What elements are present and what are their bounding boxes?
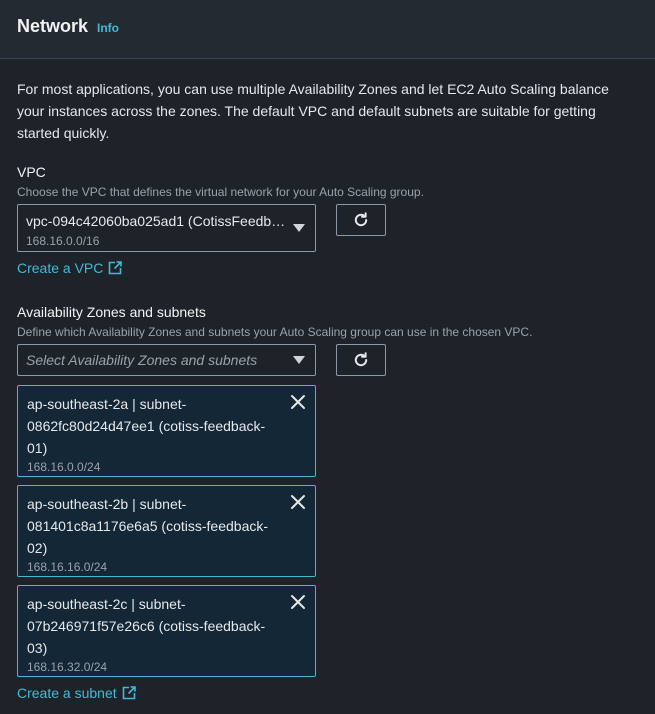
external-link-icon [109,261,123,275]
caret-down-icon [293,224,305,232]
network-panel: Network Info For most applications, you … [0,0,655,714]
network-description: For most applications, you can use multi… [17,81,609,141]
az-refresh-button[interactable] [336,344,386,376]
az-description: Define which Availability Zones and subn… [17,325,533,339]
az-placeholder: Select Availability Zones and subnets [26,352,258,368]
subnet-token-list: ap-southeast-2a | subnet-0862fc80d24d47e… [17,385,638,677]
info-link[interactable]: Info [97,21,119,35]
az-row: Select Availability Zones and subnets [17,344,638,376]
create-vpc-label: Create a VPC [17,260,104,276]
vpc-field: VPC Choose the VPC that defines the virt… [17,163,638,278]
close-icon[interactable] [290,594,306,610]
create-subnet-link[interactable]: Create a subnet [17,685,136,701]
panel-header: Network Info [0,0,655,59]
subnet-token-name: ap-southeast-2c | subnet-07b246971f57e26… [27,596,266,656]
az-label: Availability Zones and subnets [17,304,206,320]
panel-title: Network [17,16,89,36]
vpc-refresh-button[interactable] [336,204,386,236]
subnet-token-name: ap-southeast-2a | subnet-0862fc80d24d47e… [27,396,266,456]
subnet-token-cidr: 168.16.0.0/24 [27,460,101,474]
close-icon[interactable] [290,494,306,510]
caret-down-icon [293,356,305,364]
refresh-icon [354,352,368,367]
subnet-token-cidr: 168.16.16.0/24 [27,560,108,574]
subnet-token-cidr: 168.16.32.0/24 [27,660,108,674]
subnet-token-name: ap-southeast-2b | subnet-081401c8a1176e6… [27,496,269,556]
vpc-description: Choose the VPC that defines the virtual … [17,185,424,199]
vpc-row: vpc-094c42060ba025ad1 (CotissFeedback-vp… [17,204,638,252]
vpc-cidr: 168.16.0.0/16 [26,234,100,248]
external-link-icon [122,686,136,700]
az-field: Availability Zones and subnets Define wh… [17,303,638,703]
refresh-icon [354,212,368,227]
vpc-selected-value: vpc-094c42060ba025ad1 (CotissFeedback-vp… [26,213,287,229]
vpc-label: VPC [17,164,46,180]
subnet-token: ap-southeast-2a | subnet-0862fc80d24d47e… [17,385,316,477]
panel-content: For most applications, you can use multi… [0,59,655,703]
subnet-token: ap-southeast-2b | subnet-081401c8a1176e6… [17,485,316,577]
create-vpc-link[interactable]: Create a VPC [17,260,123,276]
close-icon[interactable] [290,394,306,410]
subnet-token: ap-southeast-2c | subnet-07b246971f57e26… [17,585,316,677]
az-select[interactable]: Select Availability Zones and subnets [17,344,316,376]
vpc-select[interactable]: vpc-094c42060ba025ad1 (CotissFeedback-vp… [17,204,316,252]
create-subnet-label: Create a subnet [17,685,117,701]
